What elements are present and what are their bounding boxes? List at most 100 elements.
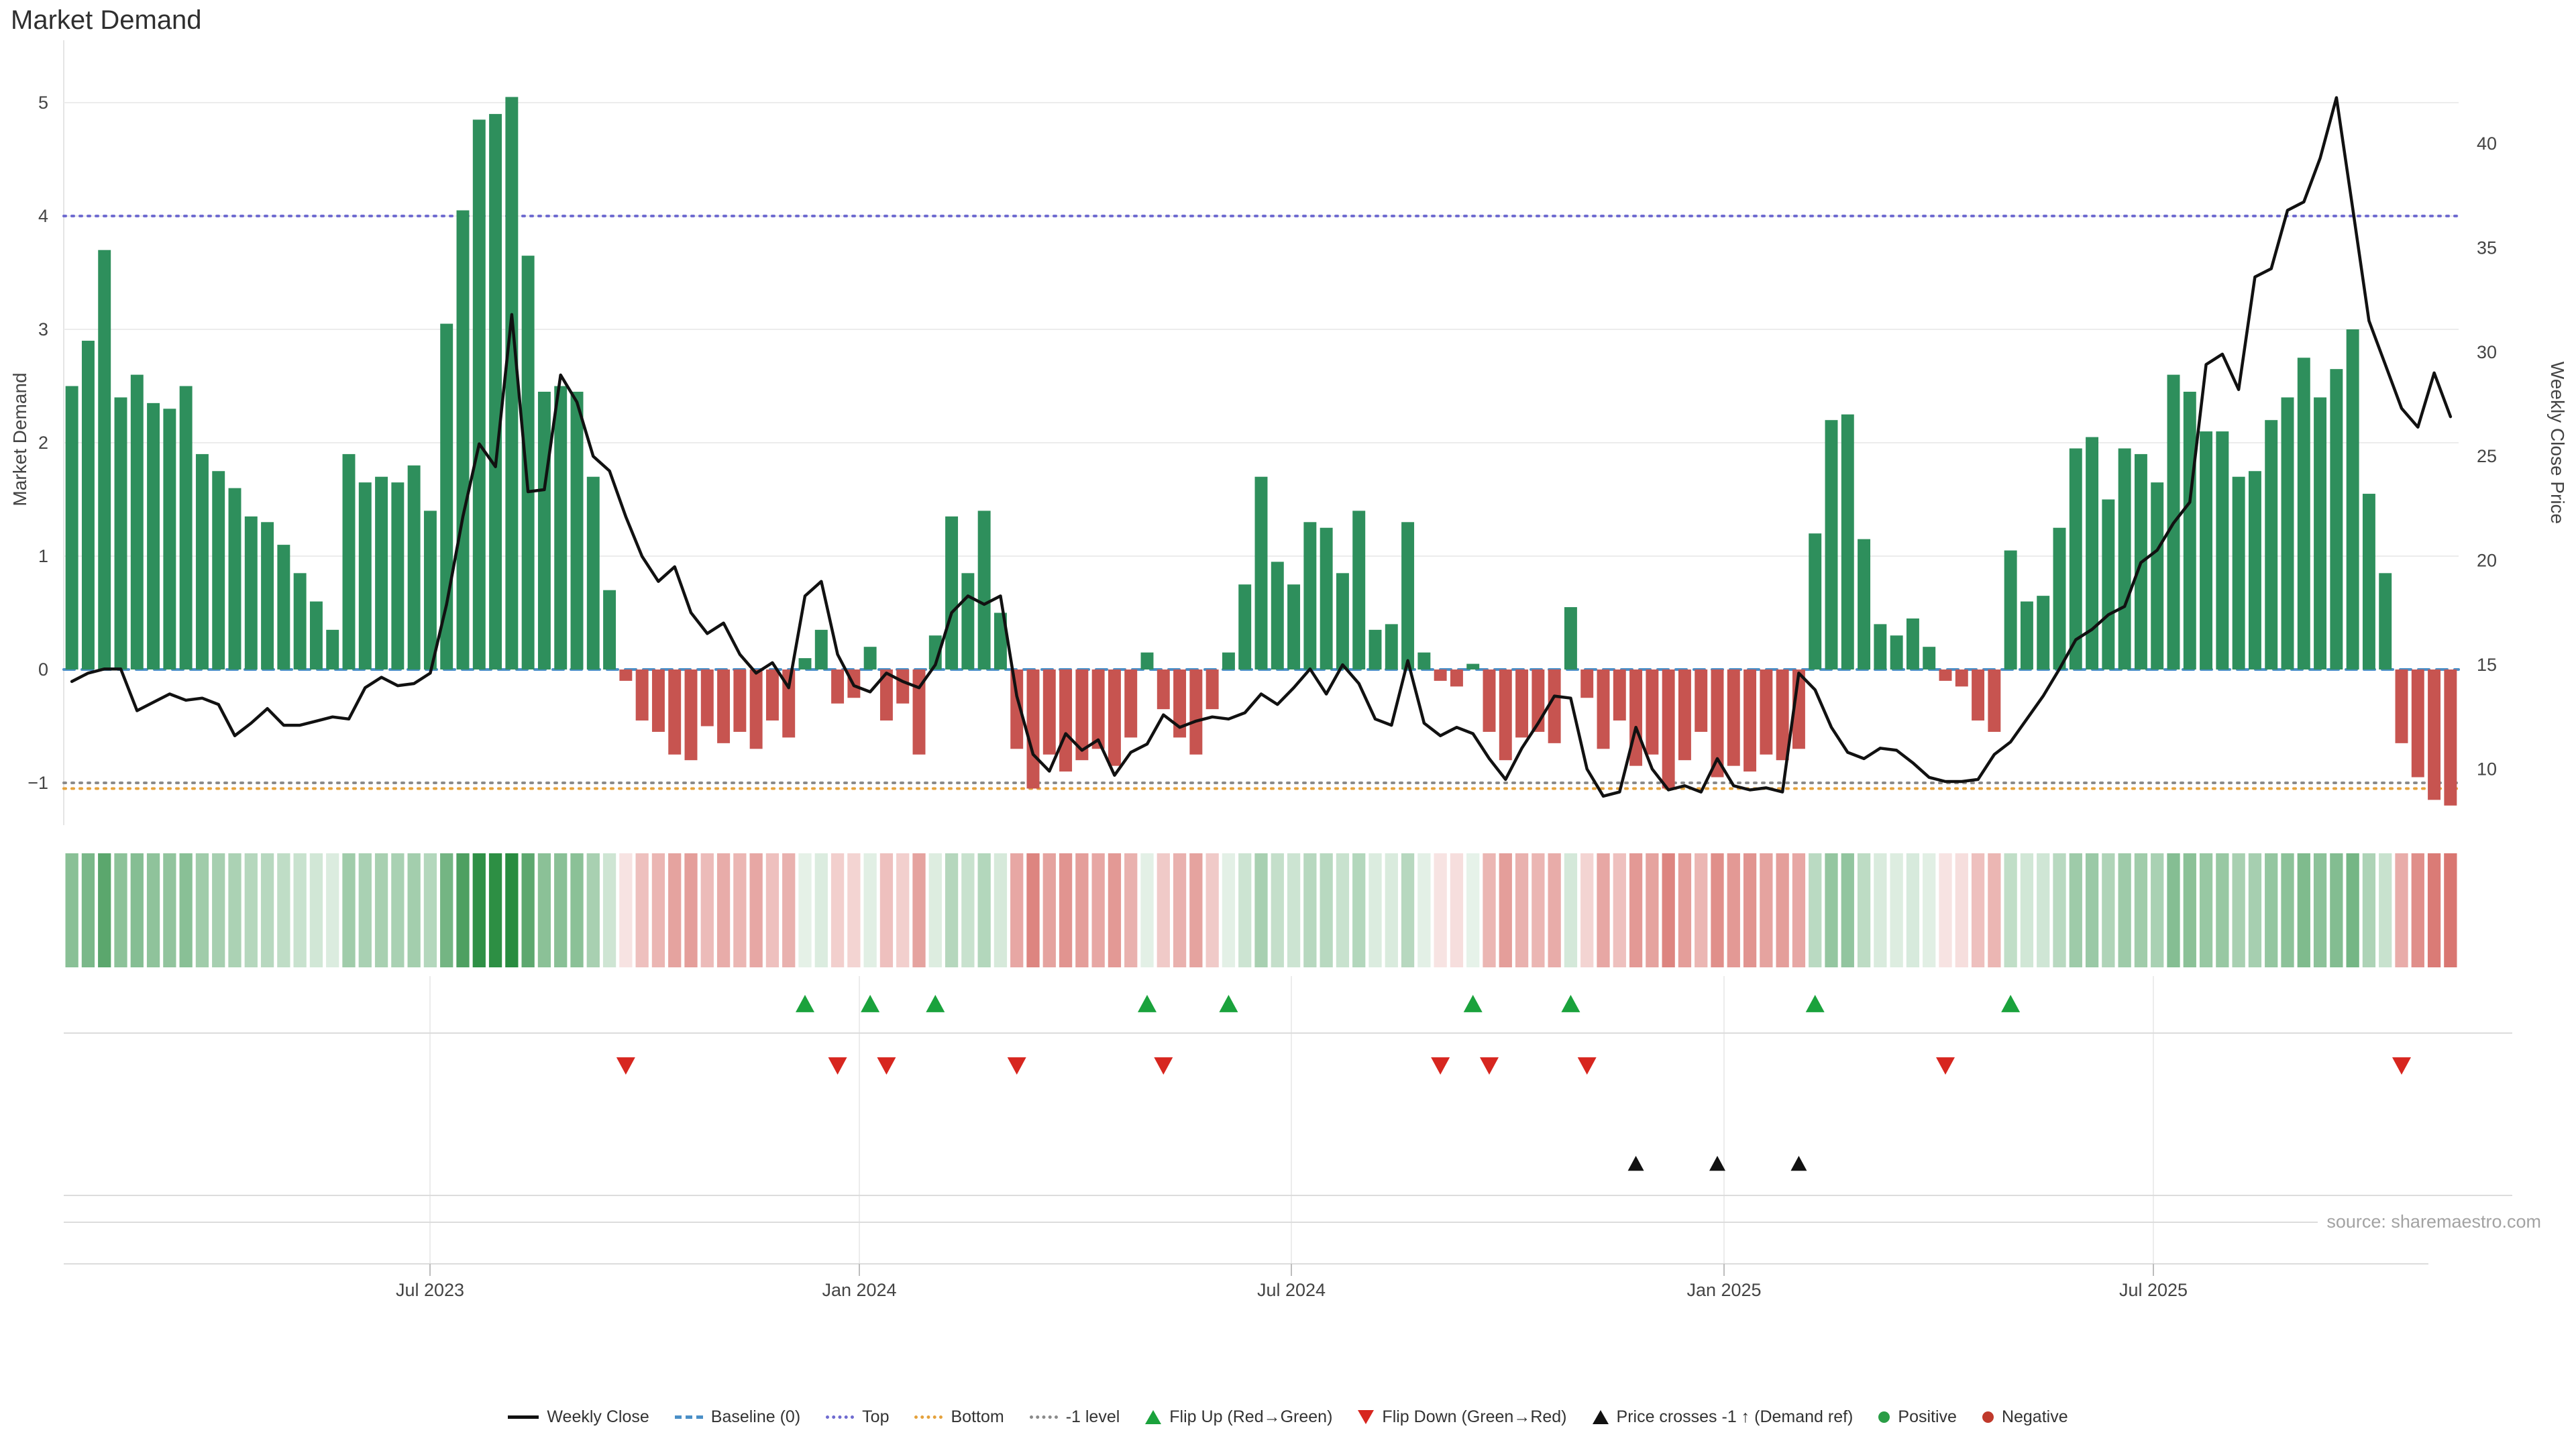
heatmap-cell	[1287, 853, 1300, 967]
heatmap-cell	[2053, 853, 2065, 967]
heatmap-cell	[1597, 853, 1609, 967]
legend-item-positive[interactable]: Positive	[1878, 1407, 1957, 1427]
demand-bar	[2021, 602, 2033, 669]
legend-item-price-crosses-1-demand-ref[interactable]: Price crosses -1 ↑ (Demand ref)	[1593, 1407, 1854, 1427]
legend-label: -1 level	[1066, 1407, 1120, 1427]
demand-bar	[2265, 420, 2277, 669]
heatmap-cell	[636, 853, 649, 967]
legend-label: Flip Down (Green→Red)	[1382, 1407, 1566, 1427]
demand-bar	[1841, 415, 1854, 669]
heatmap-cell	[277, 853, 290, 967]
demand-bar	[1678, 669, 1691, 760]
demand-bar	[571, 392, 584, 669]
demand-bar	[1727, 669, 1740, 766]
market-demand-chart: 543210−140353025201510Jul 2023Jan 2024Ju…	[0, 0, 2576, 1395]
demand-bar	[603, 590, 616, 669]
legend-item-top[interactable]: Top	[826, 1407, 889, 1427]
heatmap-cell	[1010, 853, 1023, 967]
demand-bar	[587, 477, 600, 669]
demand-bar	[1988, 669, 2000, 732]
heatmap-cell	[1466, 853, 1479, 967]
demand-bar	[766, 669, 779, 720]
flip-down-marker	[2392, 1057, 2411, 1075]
heatmap-cell	[2412, 853, 2424, 967]
demand-bar	[2233, 477, 2245, 669]
demand-bar	[1206, 669, 1219, 709]
demand-bar	[1613, 669, 1626, 720]
heatmap-cell	[1629, 853, 1642, 967]
line-icon	[508, 1415, 539, 1419]
demand-bar	[131, 375, 144, 669]
demand-bar	[1417, 653, 1430, 669]
legend-item-bottom[interactable]: Bottom	[914, 1407, 1004, 1427]
heatmap-cell	[1907, 853, 1919, 967]
flip-down-marker	[877, 1057, 896, 1075]
heatmap-cell	[798, 853, 811, 967]
heatmap-cell	[896, 853, 909, 967]
circle-icon	[1878, 1411, 1890, 1423]
demand-bar	[1320, 528, 1333, 669]
demand-bar	[326, 630, 339, 669]
demand-bar	[1858, 539, 1870, 669]
legend-item-baseline-0[interactable]: Baseline (0)	[675, 1407, 800, 1427]
heatmap-cell	[2167, 853, 2180, 967]
demand-bar	[1955, 669, 1968, 686]
legend-item-1-level[interactable]: -1 level	[1030, 1407, 1120, 1427]
heatmap-cell	[342, 853, 355, 967]
demand-bar	[2216, 431, 2229, 669]
heatmap-cell	[310, 853, 323, 967]
heatmap-cell	[1320, 853, 1333, 967]
legend-item-flip-down-green-red[interactable]: Flip Down (Green→Red)	[1358, 1407, 1566, 1427]
heatmap-cell	[1515, 853, 1528, 967]
legend-item-negative[interactable]: Negative	[1982, 1407, 2068, 1427]
heatmap-cell	[978, 853, 991, 967]
heatmap-cell	[2004, 853, 2017, 967]
demand-bar	[2282, 397, 2294, 669]
x-axis-tick-label: Jul 2025	[2119, 1280, 2188, 1300]
demand-bar	[1108, 669, 1121, 766]
x-axis-tick-label: Jan 2024	[822, 1280, 896, 1300]
legend-item-weekly-close[interactable]: Weekly Close	[508, 1407, 649, 1427]
left-axis-tick-label: 2	[38, 433, 48, 453]
demand-bar	[343, 454, 356, 669]
heatmap-cell	[2070, 853, 2082, 967]
demand-bar	[2249, 471, 2261, 669]
demand-bar	[163, 409, 176, 669]
demand-bar	[147, 403, 160, 669]
heatmap-cell	[131, 853, 144, 967]
heatmap-cell	[1955, 853, 1968, 967]
demand-bar	[2053, 528, 2066, 669]
price-cross-marker	[1709, 1156, 1725, 1171]
heatmap-cell	[929, 853, 942, 967]
legend-item-flip-up-red-green[interactable]: Flip Up (Red→Green)	[1145, 1407, 1332, 1427]
demand-bar	[408, 466, 421, 669]
heatmap-cell	[359, 853, 372, 967]
heatmap-cell	[961, 853, 974, 967]
heatmap-cell	[831, 853, 844, 967]
heatmap-cell	[1776, 853, 1789, 967]
heatmap-cell	[82, 853, 95, 967]
demand-bar	[1646, 669, 1658, 755]
demand-bar	[1483, 669, 1496, 732]
flip-down-marker	[828, 1057, 847, 1075]
heatmap-cell	[1450, 853, 1463, 967]
demand-bar	[1027, 669, 1040, 788]
left-axis-tick-label: 0	[38, 659, 48, 680]
demand-bar	[2347, 329, 2359, 669]
demand-bar	[294, 573, 307, 669]
demand-bar	[2428, 669, 2440, 800]
demand-bar	[1369, 630, 1382, 669]
demand-bar	[2151, 482, 2163, 669]
heatmap-cell	[750, 853, 763, 967]
heatmap-cell	[1108, 853, 1121, 967]
demand-bar	[1238, 584, 1251, 669]
demand-bar	[1401, 522, 1414, 669]
heatmap-cell	[1483, 853, 1495, 967]
demand-bar	[2412, 669, 2424, 777]
demand-bar	[1564, 607, 1577, 669]
flip-down-marker	[1008, 1057, 1026, 1075]
heatmap-cell	[522, 853, 535, 967]
heatmap-cell	[2428, 853, 2440, 967]
circle-icon	[1982, 1411, 1994, 1423]
demand-bar	[2037, 596, 2049, 669]
